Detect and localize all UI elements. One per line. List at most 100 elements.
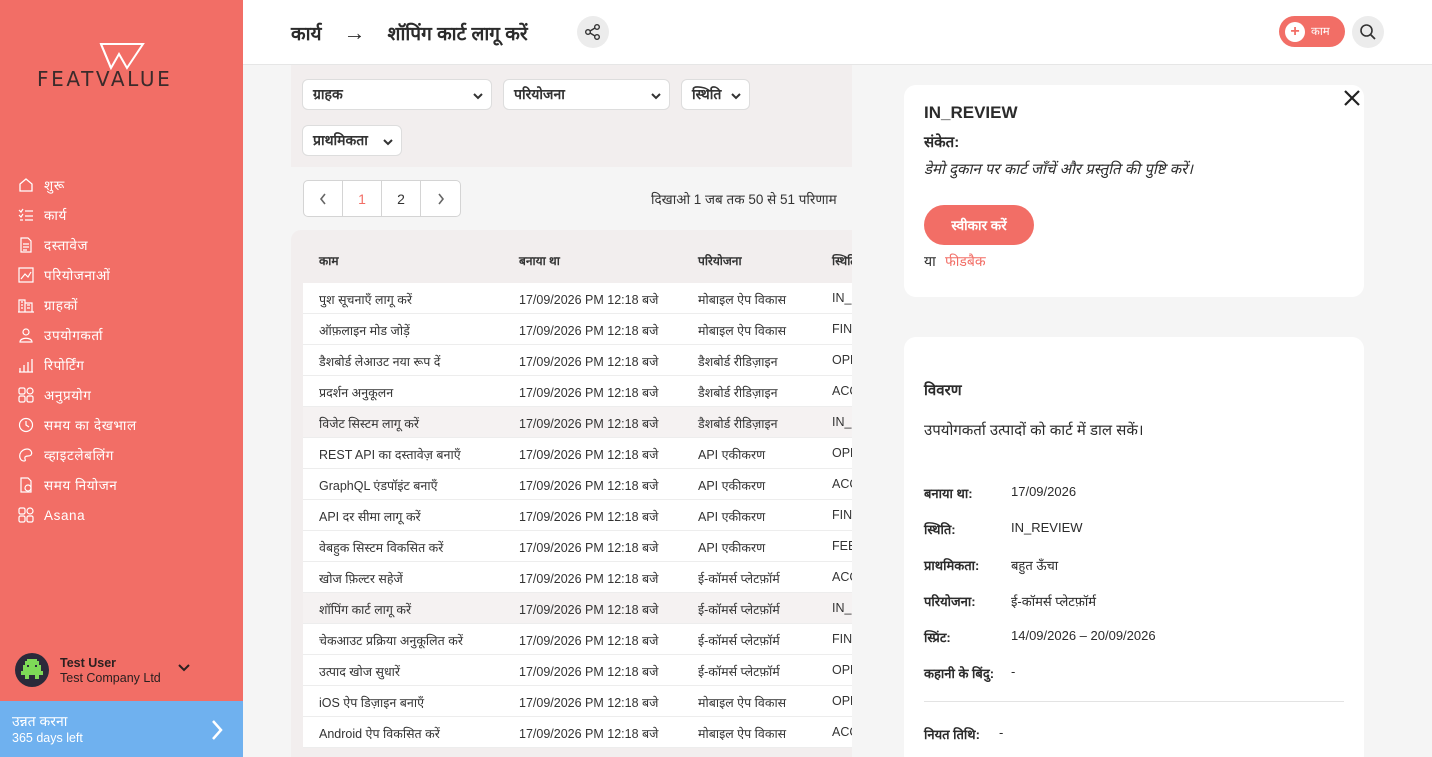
column-header-status[interactable]: स्थिति	[832, 252, 852, 269]
sidebar-item-asana[interactable]: Asana	[16, 500, 236, 530]
table-row[interactable]: REST API का दस्तावेज़ बनाएँ 17/09/2026 PM…	[303, 438, 852, 469]
details-card: विवरण उपयोगकर्ता उत्पादों को कार्ट में ड…	[904, 337, 1364, 757]
status-filter-label: स्थिति	[692, 86, 722, 102]
cell-project: मोबाइल ऐप विकास	[698, 727, 787, 741]
detail-value: 17/09/2026	[1011, 484, 1077, 499]
sidebar-item-label: समय नियोजन	[44, 478, 118, 493]
next-page-button[interactable]	[421, 181, 460, 216]
sidebar-item-reporting[interactable]: रिपोर्टिंग	[16, 350, 236, 380]
chevron-down-icon[interactable]	[177, 660, 191, 678]
status-filter-select[interactable]: स्थिति	[681, 79, 750, 110]
table-row[interactable]: GraphQL एंडपॉइंट बनाएँ 17/09/2026 PM 12:1…	[303, 469, 852, 500]
cell-status: IN_REVIEW	[832, 415, 852, 429]
table-row[interactable]: डैशबोर्ड लेआउट नया रूप दें 17/09/2026 PM …	[303, 345, 852, 376]
share-button[interactable]	[577, 16, 609, 48]
cell-created: 17/09/2026 PM 12:18 बजे	[519, 727, 659, 741]
filter-bar: ग्राहक परियोजना स्थिति प्राथमिकता	[291, 65, 852, 167]
sidebar-item-tasks[interactable]: कार्य	[16, 200, 236, 230]
chevron-right-icon	[210, 719, 224, 746]
upgrade-banner[interactable]: उन्नत करना 365 days left	[0, 701, 243, 757]
sidebar-item-documents[interactable]: दस्तावेज	[16, 230, 236, 260]
cell-task: चेकआउट प्रक्रिया अनुकूलित करें	[319, 634, 463, 648]
cell-created: 17/09/2026 PM 12:18 बजे	[519, 324, 659, 338]
detail-key: बनाया था:	[924, 486, 973, 501]
sidebar-item-label: कार्य	[44, 208, 67, 223]
table-row[interactable]: खोज फ़िल्टर सहेजें 17/09/2026 PM 12:18 बज…	[303, 562, 852, 593]
column-header-task[interactable]: काम	[319, 252, 339, 269]
avatar	[15, 653, 49, 687]
cell-project: मोबाइल ऐप विकास	[698, 696, 787, 710]
sidebar-item-customers[interactable]: ग्राहकों	[16, 290, 236, 320]
cell-task: विजेट सिस्टम लागू करें	[319, 417, 419, 431]
cell-created: 17/09/2026 PM 12:18 बजे	[519, 603, 659, 617]
table-row[interactable]: प्रदर्शन अनुकूलन 17/09/2026 PM 12:18 बजे ड…	[303, 376, 852, 407]
table-row[interactable]: Android ऐप विकसित करें 17/09/2026 PM 12:1…	[303, 717, 852, 748]
search-button[interactable]	[1352, 16, 1384, 48]
cell-task: API दर सीमा लागू करें	[319, 510, 421, 524]
projects-icon	[16, 265, 36, 285]
cell-created: 17/09/2026 PM 12:18 बजे	[519, 634, 659, 648]
sidebar-item-time-tracking[interactable]: समय का देखभाल	[16, 410, 236, 440]
cell-project: ई-कॉमर्स प्लेटफ़ॉर्म	[698, 665, 780, 679]
table-row[interactable]: वेबहुक सिस्टम विकसित करें 17/09/2026 PM 1…	[303, 531, 852, 562]
sidebar-item-label: Asana	[44, 507, 86, 523]
brand-logo[interactable]: FEATVALUE	[37, 42, 209, 91]
user-menu[interactable]: Test User Test Company Ltd	[15, 652, 235, 688]
priority-filter-select[interactable]: प्राथमिकता	[302, 125, 402, 156]
breadcrumb-parent[interactable]: कार्य	[291, 20, 322, 46]
sidebar-item-home[interactable]: शुरू	[16, 170, 236, 200]
customer-filter-select[interactable]: ग्राहक	[302, 79, 492, 110]
sidebar-item-whitelabel[interactable]: व्हाइटलेबलिंग	[16, 440, 236, 470]
cell-project: ई-कॉमर्स प्लेटफ़ॉर्म	[698, 634, 780, 648]
feedback-link[interactable]: फीडबैक	[945, 252, 986, 271]
review-card: IN_REVIEW संकेत: डेमो दुकान पर कार्ट जाँ…	[904, 85, 1364, 297]
prev-page-button[interactable]	[304, 181, 343, 216]
table-row[interactable]: API दर सीमा लागू करें 17/09/2026 PM 12:18…	[303, 500, 852, 531]
brand-name: FEATVALUE	[37, 67, 173, 91]
page-1-button[interactable]: 1	[343, 181, 382, 216]
cell-project: डैशबोर्ड रीडिज़ाइन	[698, 386, 778, 400]
apps-icon	[16, 385, 36, 405]
table-row[interactable]: चेकआउट प्रक्रिया अनुकूलित करें 17/09/2026…	[303, 624, 852, 655]
cell-status: OPEN	[832, 353, 852, 367]
sidebar-item-apps[interactable]: अनुप्रयोग	[16, 380, 236, 410]
detail-value: -	[999, 725, 1004, 740]
cell-project: मोबाइल ऐप विकास	[698, 324, 787, 338]
cell-task: Android ऐप विकसित करें	[319, 727, 440, 741]
share-icon	[585, 24, 600, 40]
table-row[interactable]: ऑफ़लाइन मोड जोड़ें 17/09/2026 PM 12:18 बज…	[303, 314, 852, 345]
sidebar-item-users[interactable]: उपयोगकर्ता	[16, 320, 236, 350]
cell-project: ई-कॉमर्स प्लेटफ़ॉर्म	[698, 572, 780, 586]
cell-created: 17/09/2026 PM 12:18 बजे	[519, 355, 659, 369]
sidebar-item-projects[interactable]: परियोजनाओं	[16, 260, 236, 290]
project-filter-select[interactable]: परियोजना	[503, 79, 670, 110]
page-2-button[interactable]: 2	[382, 181, 421, 216]
close-icon[interactable]	[1340, 86, 1364, 110]
sidebar-item-schedule[interactable]: समय नियोजन	[16, 470, 236, 500]
cell-task: ऑफ़लाइन मोड जोड़ें	[319, 324, 410, 338]
detail-value: बहुत ऊँचा	[1011, 558, 1059, 573]
column-header-project[interactable]: परियोजना	[698, 252, 742, 269]
detail-key: स्प्रिंट:	[924, 630, 951, 645]
hint-text: डेमो दुकान पर कार्ट जाँचें और प्रस्तुति …	[924, 161, 1193, 178]
accept-button[interactable]: स्वीकार करें	[924, 205, 1034, 245]
table-row[interactable]: शॉपिंग कार्ट लागू करें 17/09/2026 PM 12:1…	[303, 593, 852, 624]
breadcrumb-arrow-icon: →	[343, 20, 366, 45]
divider	[924, 701, 1344, 702]
project-filter-label: परियोजना	[514, 86, 565, 102]
cell-task: शॉपिंग कार्ट लागू करें	[319, 603, 412, 617]
chevron-right-icon	[437, 193, 444, 204]
cell-project: मोबाइल ऐप विकास	[698, 293, 787, 307]
schedule-icon	[16, 475, 36, 495]
column-header-created[interactable]: बनाया था	[519, 252, 560, 269]
table-row[interactable]: पुश सूचनाएँ लागू करें 17/09/2026 PM 12:18…	[303, 283, 852, 314]
or-label: या	[924, 253, 936, 269]
add-task-button[interactable]: + काम	[1279, 16, 1345, 47]
page-title: शॉपिंग कार्ट लागू करें	[387, 24, 528, 45]
table-row[interactable]: विजेट सिस्टम लागू करें 17/09/2026 PM 12:1…	[303, 407, 852, 438]
cell-task: iOS ऐप डिज़ाइन बनाएँ	[319, 696, 425, 710]
priority-filter-label: प्राथमिकता	[313, 132, 368, 148]
cell-task: प्रदर्शन अनुकूलन	[319, 386, 394, 400]
table-row[interactable]: उत्पाद खोज सुधारें 17/09/2026 PM 12:18 बज…	[303, 655, 852, 686]
table-row[interactable]: iOS ऐप डिज़ाइन बनाएँ 17/09/2026 PM 12:18 …	[303, 686, 852, 717]
